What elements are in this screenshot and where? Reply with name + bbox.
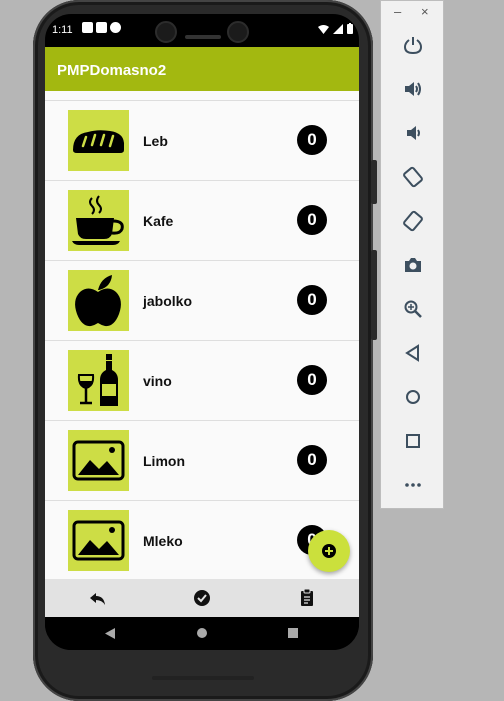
home-icon <box>406 390 420 404</box>
power-button[interactable] <box>401 33 425 57</box>
phone-volume-key <box>371 250 377 340</box>
volume-down-icon <box>407 126 420 140</box>
phone-bottom-speaker <box>152 676 254 680</box>
item-name: Mleko <box>143 533 183 549</box>
status-right-icons <box>318 23 353 34</box>
front-camera-left <box>155 21 177 43</box>
notification-card-icon <box>96 22 107 33</box>
front-camera-right <box>227 21 249 43</box>
wifi-icon <box>318 24 329 34</box>
wine-icon <box>77 354 118 406</box>
battery-icon <box>347 23 353 34</box>
back-icon <box>405 344 419 362</box>
add-item-button[interactable] <box>308 530 350 572</box>
minimize-button[interactable]: – <box>394 4 401 19</box>
screenshot-button[interactable] <box>401 253 425 277</box>
app-title: PMPDomasno2 <box>57 62 167 79</box>
earpiece-grill <box>185 35 221 39</box>
confirm-button[interactable] <box>192 588 212 608</box>
rotate-right-icon <box>403 210 423 232</box>
emulator-toolbar: – × <box>380 0 444 509</box>
item-count-badge: 0 <box>297 365 327 395</box>
add-circle-icon <box>322 544 336 558</box>
apple-icon <box>75 275 121 327</box>
nav-home-icon[interactable] <box>197 628 207 638</box>
notification-a-icon <box>82 22 93 33</box>
nav-recents-icon[interactable] <box>288 628 298 638</box>
item-count-badge: 0 <box>297 285 327 315</box>
item-name: vino <box>143 373 172 389</box>
status-time: 1:11 <box>52 24 73 36</box>
clipboard-button[interactable] <box>297 588 317 608</box>
list-item[interactable]: Leb 0 <box>45 101 359 181</box>
camera-icon <box>405 258 421 272</box>
item-count-badge: 0 <box>297 445 327 475</box>
zoom-icon <box>404 300 422 318</box>
rotate-right-button[interactable] <box>401 209 425 233</box>
rotate-left-icon <box>403 166 423 188</box>
item-name: Kafe <box>143 213 174 229</box>
bottom-toolbar <box>45 579 359 617</box>
volume-up-button[interactable] <box>401 77 425 101</box>
close-button[interactable]: × <box>421 4 429 19</box>
item-thumbnail <box>68 510 129 571</box>
nav-back-icon[interactable] <box>105 628 116 639</box>
item-name: Limon <box>143 453 185 469</box>
list-item[interactable]: Limon 0 <box>45 421 359 501</box>
item-count-badge: 0 <box>297 205 327 235</box>
volume-up-icon <box>405 82 421 96</box>
notification-icons <box>82 22 121 33</box>
camera-notch <box>147 14 257 48</box>
volume-down-button[interactable] <box>401 121 425 145</box>
item-thumbnail <box>68 350 129 411</box>
reply-icon <box>90 593 105 605</box>
item-thumbnail <box>68 110 129 171</box>
more-icon <box>405 483 421 487</box>
notification-sync-icon <box>110 22 121 33</box>
item-thumbnail <box>68 190 129 251</box>
product-list[interactable]: Leb 0 Kafe 0 jabolko 0 vino 0 Limon 0 Ml… <box>45 91 359 579</box>
bread-icon <box>73 130 125 153</box>
overview-icon <box>406 434 420 448</box>
item-thumbnail <box>68 270 129 331</box>
rotate-left-button[interactable] <box>401 165 425 189</box>
image-placeholder-icon <box>72 520 125 561</box>
clipboard-icon <box>301 588 313 606</box>
list-item[interactable]: vino 0 <box>45 341 359 421</box>
device-screen: 1:11 PMPDomasno2 Leb 0 Kafe 0 jabolko 0 … <box>45 14 359 650</box>
power-icon <box>403 37 423 55</box>
emulator-back-button[interactable] <box>401 341 425 365</box>
signal-icon <box>333 23 343 34</box>
emulator-home-button[interactable] <box>401 385 425 409</box>
item-thumbnail <box>68 430 129 491</box>
phone-power-key <box>371 160 377 204</box>
app-bar: PMPDomasno2 <box>45 47 359 91</box>
more-button[interactable] <box>401 473 425 497</box>
list-item[interactable]: Kafe 0 <box>45 181 359 261</box>
system-nav-bar <box>45 617 359 650</box>
reply-button[interactable] <box>88 588 108 608</box>
item-name: jabolko <box>143 293 193 309</box>
item-count-badge: 0 <box>297 125 327 155</box>
zoom-button[interactable] <box>401 297 425 321</box>
coffee-cup-icon <box>72 195 124 245</box>
list-item[interactable]: jabolko 0 <box>45 261 359 341</box>
emulator-overview-button[interactable] <box>401 429 425 453</box>
item-name: Leb <box>143 133 168 149</box>
image-placeholder-icon <box>72 440 125 481</box>
check-circle-icon <box>194 590 210 606</box>
